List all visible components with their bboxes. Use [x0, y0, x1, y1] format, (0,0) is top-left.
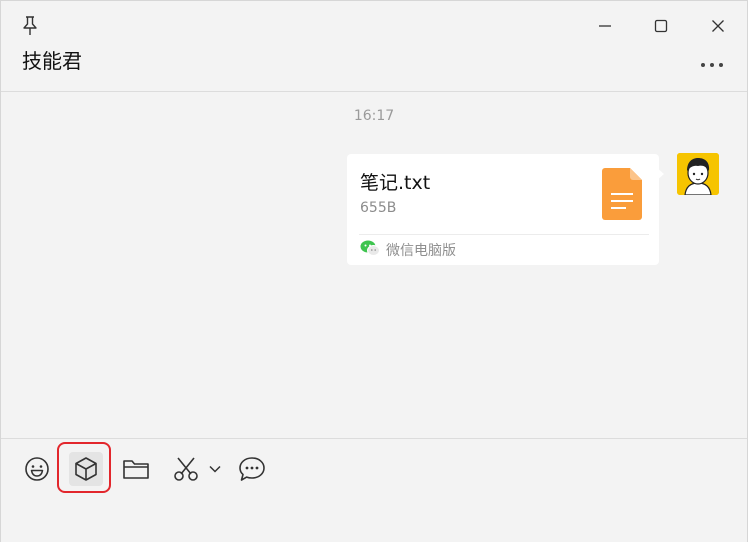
- input-area[interactable]: [1, 438, 747, 542]
- chat-bubble-icon[interactable]: [235, 452, 269, 486]
- folder-icon[interactable]: [119, 452, 153, 486]
- document-icon: [602, 168, 642, 220]
- message-source: 微信电脑版: [360, 240, 456, 260]
- file-size: 655B: [360, 200, 397, 216]
- file-message-bubble[interactable]: 笔记.txt 655B 微信电脑版: [347, 154, 659, 265]
- title-bar: 技能君: [1, 1, 747, 92]
- smiley-icon[interactable]: [20, 452, 54, 486]
- scissors-icon[interactable]: [169, 452, 203, 486]
- pin-icon[interactable]: [20, 15, 40, 37]
- maximize-icon[interactable]: [647, 13, 675, 39]
- close-icon[interactable]: [704, 13, 732, 39]
- chevron-down-icon[interactable]: [204, 452, 226, 486]
- chat-title: 技能君: [22, 49, 82, 73]
- more-icon[interactable]: [697, 55, 727, 75]
- bubble-tail: [656, 167, 664, 181]
- wechat-icon: [360, 239, 380, 261]
- minimize-icon[interactable]: [591, 13, 619, 39]
- source-label: 微信电脑版: [386, 243, 456, 259]
- highlight-box: [57, 442, 111, 493]
- bubble-divider: [359, 234, 649, 235]
- avatar[interactable]: [677, 153, 719, 195]
- chat-window: 技能君 16:17 笔记.txt 655B 微信电脑版: [0, 0, 748, 542]
- file-name: 笔记.txt: [360, 172, 431, 194]
- message-timestamp: 16:17: [353, 108, 395, 124]
